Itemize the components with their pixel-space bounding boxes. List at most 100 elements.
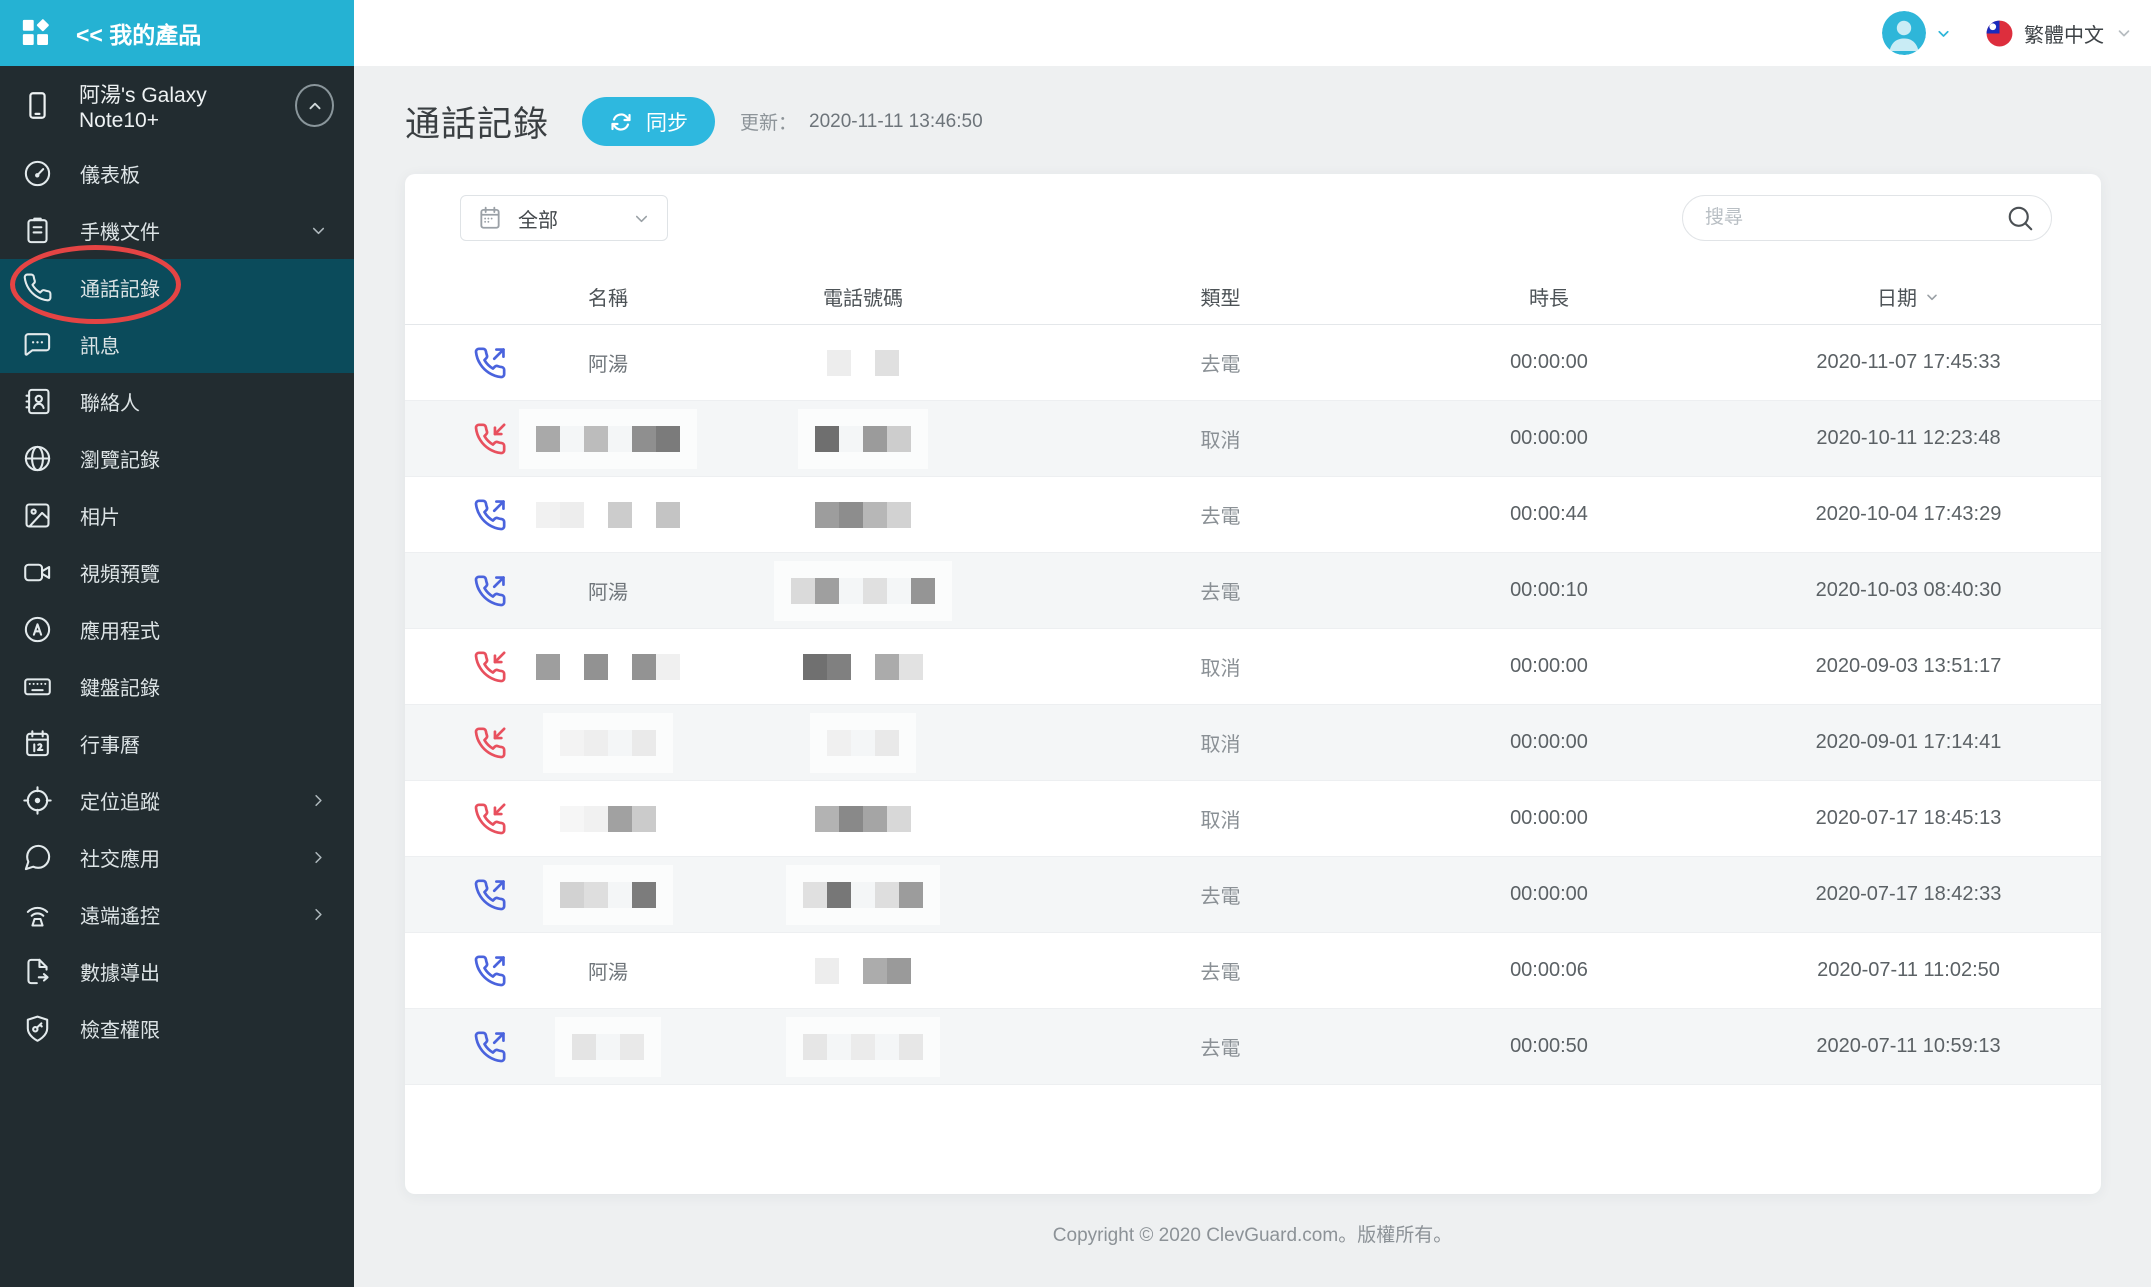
- table-row: 取消 00:00:00 2020-09-03 13:51:17: [405, 629, 2101, 705]
- call-duration: 00:00:00: [1510, 807, 1588, 829]
- dashboard-icon: [22, 158, 53, 189]
- device-row: 阿湯's Galaxy Note10+: [0, 66, 354, 145]
- sidebar-item-2[interactable]: 手機文件: [0, 202, 354, 259]
- redacted-phone-number: [815, 425, 911, 452]
- account-menu[interactable]: [1882, 11, 1952, 55]
- call-duration: 00:00:44: [1510, 503, 1588, 525]
- sync-label: 同步: [646, 111, 689, 135]
- sidebar-item-15[interactable]: 數據導出: [0, 943, 354, 1000]
- call-type: 取消: [1200, 810, 1241, 832]
- sidebar-item-11[interactable]: 行事曆: [0, 715, 354, 772]
- main-content: 通話記錄 同步 更新： 2020-11-11 13:46:50 全部 搜尋 名稱…: [354, 66, 2151, 1287]
- table-row: 去電 00:00:00 2020-07-17 18:42:33: [405, 857, 2101, 933]
- chevron-down-icon: [1935, 25, 1952, 42]
- redacted-name: [536, 501, 680, 528]
- call-date: 2020-10-04 17:43:29: [1815, 503, 2002, 525]
- call-date: 2020-10-11 12:23:48: [1816, 427, 2001, 449]
- collapse-device-button[interactable]: [295, 84, 334, 127]
- outgoing-call-icon: [473, 498, 507, 532]
- apps-icon: [22, 614, 53, 645]
- remote-icon: [22, 899, 53, 930]
- call-date: 2020-10-03 08:40:30: [1815, 579, 2002, 601]
- call-date: 2020-09-01 17:14:41: [1815, 731, 2002, 753]
- sidebar-item-3[interactable]: 通話記錄: [0, 259, 354, 316]
- contact-name: 阿湯: [588, 354, 628, 376]
- sidebar-item-label: 視頻預覽: [80, 564, 160, 586]
- taiwan-flag-icon: [1986, 20, 2013, 47]
- update-label: 更新：: [740, 113, 798, 134]
- topbar: 繁體中文: [354, 0, 2151, 66]
- header-date-sort[interactable]: 日期: [1716, 282, 2101, 311]
- sidebar-item-8[interactable]: 視頻預覽: [0, 544, 354, 601]
- table-row: 阿湯 去電 00:00:10 2020-10-03 08:40:30: [405, 553, 2101, 629]
- incoming-call-icon: [473, 726, 507, 760]
- sidebar-item-label: 手機文件: [80, 222, 160, 244]
- sidebar-item-12[interactable]: 定位追蹤: [0, 772, 354, 829]
- filter-value: 全部: [518, 209, 558, 232]
- sidebar-item-13[interactable]: 社交應用: [0, 829, 354, 886]
- sidebar-item-label: 社交應用: [80, 849, 160, 871]
- header-date-label: 日期: [1877, 288, 1917, 310]
- table-row: 阿湯 去電 00:00:00 2020-11-07 17:45:33: [405, 325, 2101, 401]
- call-date: 2020-07-11 11:02:50: [1817, 959, 2000, 981]
- redacted-phone-number: [803, 1033, 923, 1060]
- calendar-icon: [22, 728, 53, 759]
- files-icon: [22, 215, 53, 246]
- sidebar-item-label: 行事曆: [80, 735, 140, 757]
- outgoing-call-icon: [473, 346, 507, 380]
- language-selector[interactable]: 繁體中文: [1986, 19, 2133, 48]
- call-log-table: 名稱 電話號碼 類型 時長 日期 阿湯 去電 00:00:00 2020-11-07 …: [405, 269, 2101, 1085]
- sidebar-item-16[interactable]: 檢查權限: [0, 1000, 354, 1057]
- sidebar-item-label: 訊息: [80, 336, 120, 358]
- redacted-name: [560, 881, 656, 908]
- my-products-back-link[interactable]: << 我的產品: [0, 0, 354, 66]
- outgoing-call-icon: [473, 878, 507, 912]
- chevron-right-icon: [309, 791, 328, 810]
- redacted-phone-number: [815, 805, 911, 832]
- sidebar-item-4[interactable]: 訊息: [0, 316, 354, 373]
- header-type: 類型: [1200, 288, 1241, 310]
- avatar[interactable]: [1882, 11, 1926, 55]
- card-toolbar: 全部: [460, 195, 2052, 241]
- sidebar-item-7[interactable]: 相片: [0, 487, 354, 544]
- sidebar-item-10[interactable]: 鍵盤記錄: [0, 658, 354, 715]
- outgoing-call-icon: [473, 954, 507, 988]
- sidebar-item-5[interactable]: 聯絡人: [0, 373, 354, 430]
- sidebar-item-14[interactable]: 遠端遙控: [0, 886, 354, 943]
- globe-icon: [22, 443, 53, 474]
- redacted-phone-number: [815, 957, 911, 984]
- sync-button[interactable]: 同步: [582, 97, 716, 146]
- call-duration: 00:00:00: [1510, 731, 1588, 753]
- sidebar-item-6[interactable]: 瀏覽記錄: [0, 430, 354, 487]
- search-input[interactable]: [1705, 207, 2005, 229]
- outgoing-call-icon: [473, 1030, 507, 1064]
- sidebar-item-label: 聯絡人: [80, 393, 140, 415]
- sidebar-item-9[interactable]: 應用程式: [0, 601, 354, 658]
- sidebar-item-1[interactable]: 儀表板: [0, 145, 354, 202]
- refresh-icon: [609, 110, 633, 134]
- call-duration: 00:00:00: [1510, 883, 1588, 905]
- contact-name: 阿湯: [588, 582, 628, 604]
- call-date: 2020-07-11 10:59:13: [1816, 1035, 2001, 1057]
- table-body: 阿湯 去電 00:00:00 2020-11-07 17:45:33 取消 00:00:0…: [405, 325, 2101, 1085]
- call-date: 2020-07-17 18:42:33: [1815, 883, 2002, 905]
- table-header: 名稱 電話號碼 類型 時長 日期: [405, 269, 2101, 325]
- location-icon: [22, 785, 53, 816]
- redacted-name: [560, 729, 656, 756]
- chevron-down-icon: [309, 221, 328, 240]
- search-icon[interactable]: [2005, 203, 2035, 233]
- call-duration: 00:00:50: [1510, 1035, 1588, 1057]
- call-type: 去電: [1200, 1038, 1241, 1060]
- sidebar-item-label: 檢查權限: [80, 1020, 160, 1042]
- call-type: 去電: [1200, 962, 1241, 984]
- update-timestamp: 2020-11-11 13:46:50: [809, 110, 983, 132]
- message-icon: [22, 329, 53, 360]
- contact-name: 阿湯: [588, 962, 628, 984]
- call-type: 取消: [1200, 658, 1241, 680]
- social-icon: [22, 842, 53, 873]
- call-type: 去電: [1200, 354, 1241, 376]
- redacted-phone-number: [791, 577, 935, 604]
- search-box: [1682, 195, 2052, 241]
- date-filter-dropdown[interactable]: 全部: [460, 195, 668, 241]
- redacted-phone-number: [815, 501, 911, 528]
